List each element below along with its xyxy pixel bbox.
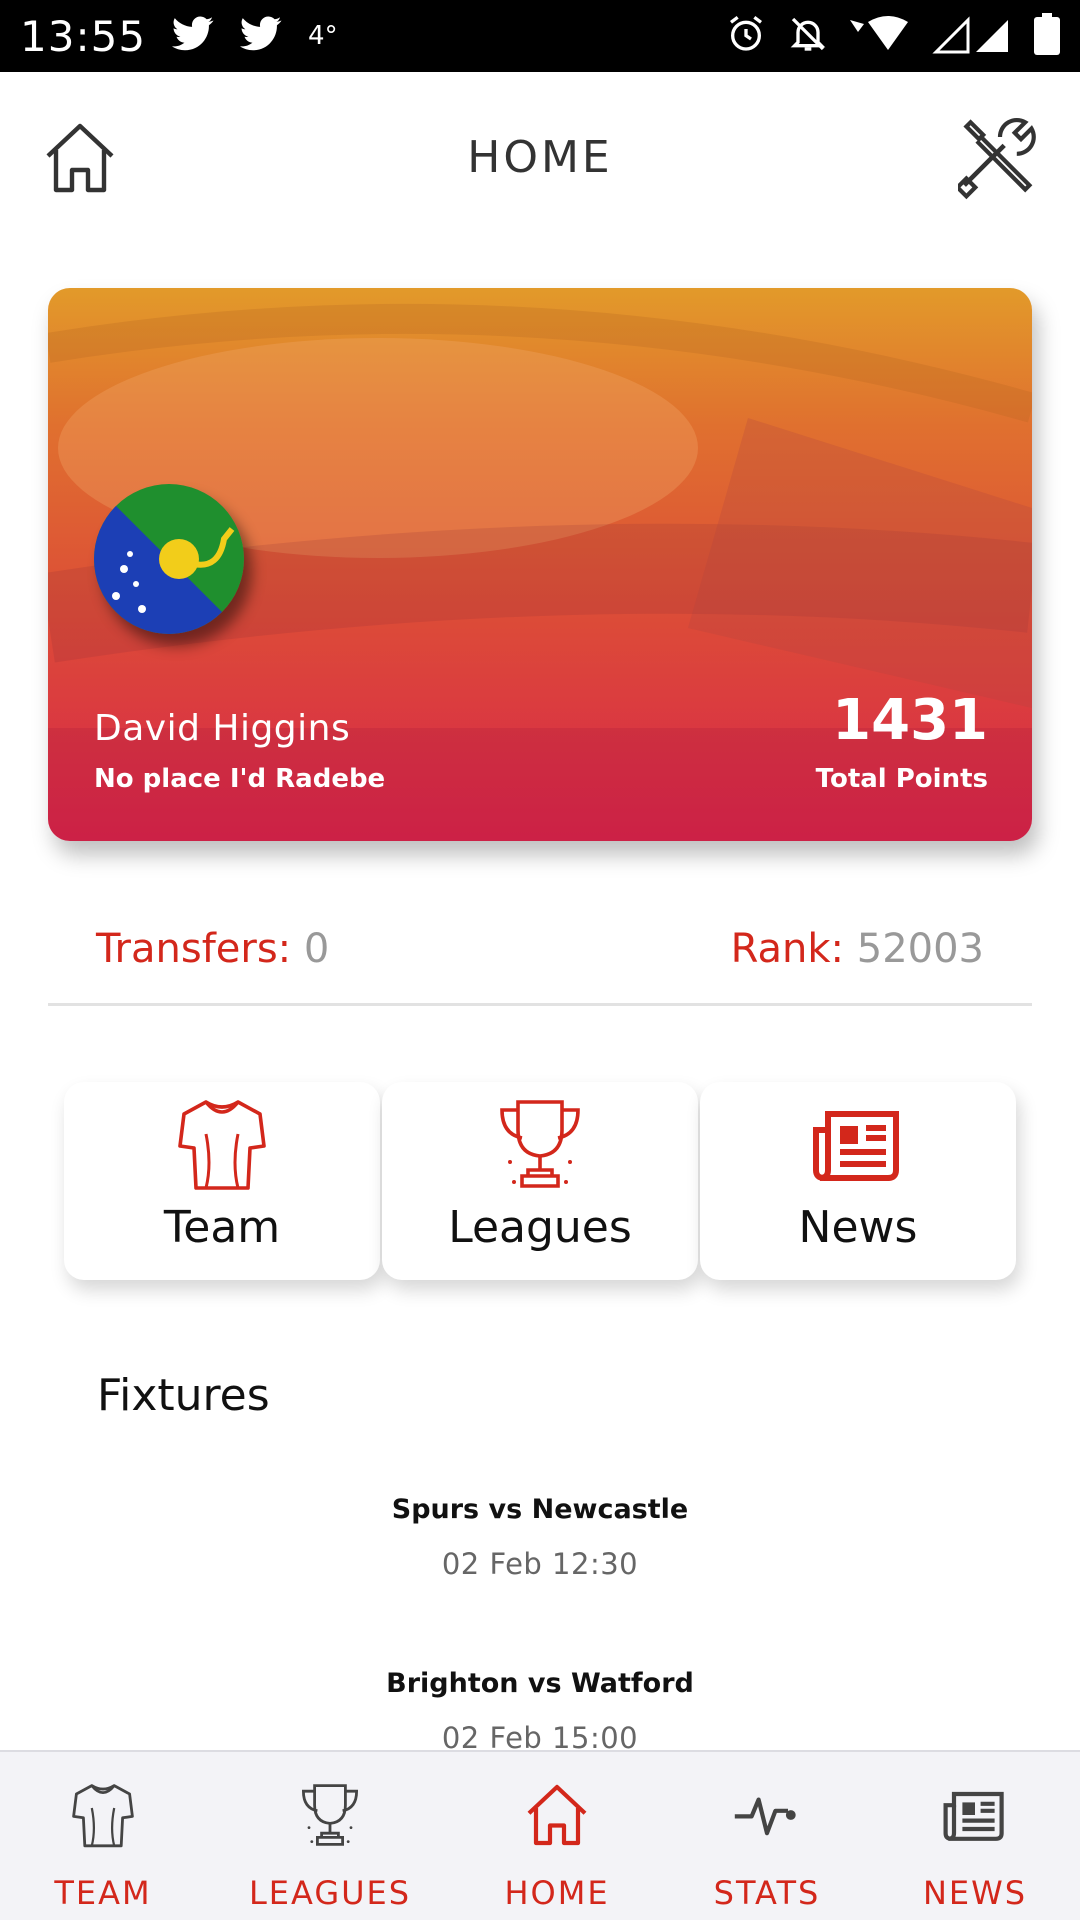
- profile-name: David Higgins: [94, 708, 351, 749]
- bottom-nav: TEAM LEAGUES HOME STATS NEWS: [0, 1750, 1080, 1920]
- total-points-label: Total Points: [815, 764, 988, 794]
- leagues-tile-label: Leagues: [448, 1202, 632, 1253]
- status-right: [726, 13, 1060, 59]
- trophy-icon: [240, 1780, 420, 1850]
- twitter-icon: [172, 16, 214, 56]
- nav-item-team[interactable]: TEAM: [28, 1752, 178, 1920]
- team-tile-label: Team: [163, 1202, 281, 1253]
- twitter-icon: [240, 16, 282, 56]
- fixture-teams: Spurs vs Newcastle: [391, 1494, 689, 1525]
- status-bar: 13:55 4°: [0, 0, 1080, 72]
- page-title: HOME: [467, 132, 613, 183]
- wifi-icon: [850, 14, 910, 58]
- home-icon: [482, 1780, 632, 1850]
- pulse-icon: [692, 1780, 842, 1850]
- fixture-teams: Brighton vs Watford: [386, 1668, 694, 1699]
- status-time: 13:55: [20, 11, 147, 61]
- notifications-off-icon: [788, 14, 828, 58]
- fixture-item[interactable]: Spurs vs Newcastle 02 Feb 12:30: [0, 1494, 1080, 1581]
- nav-label-news: NEWS: [922, 1874, 1028, 1912]
- jersey-icon: [28, 1780, 178, 1850]
- nav-item-home[interactable]: HOME: [482, 1752, 632, 1920]
- nav-label-leagues: LEAGUES: [248, 1874, 412, 1912]
- nav-item-news[interactable]: NEWS: [900, 1752, 1050, 1920]
- christmas-island-flag-icon: [94, 484, 244, 634]
- nav-label-team: TEAM: [54, 1874, 152, 1912]
- team-name: No place I'd Radebe: [94, 764, 386, 794]
- rank-label: Rank:: [730, 926, 845, 972]
- fixtures-heading: Fixtures: [97, 1370, 270, 1421]
- nav-label-home: HOME: [504, 1874, 610, 1912]
- status-temperature: 4°: [308, 21, 338, 51]
- rank-stat: Rank: 52003: [731, 926, 984, 972]
- nav-label-stats: STATS: [713, 1874, 821, 1912]
- trophy-icon: [382, 1094, 698, 1194]
- home-screen: 13:55 4° HOME David Higgins No place I'd…: [0, 0, 1080, 1920]
- team-tile[interactable]: Team: [64, 1082, 380, 1280]
- tools-icon[interactable]: [958, 116, 1042, 200]
- fixture-date: 02 Feb 12:30: [441, 1547, 639, 1581]
- stats-row: Transfers: 0 Rank: 52003: [48, 900, 1032, 1006]
- news-tile[interactable]: News: [700, 1082, 1016, 1280]
- app-header: HOME: [0, 72, 1080, 242]
- jersey-icon: [64, 1094, 380, 1194]
- alarm-icon: [726, 14, 766, 58]
- newspaper-icon: [700, 1094, 1016, 1194]
- transfers-label: Transfers:: [96, 926, 292, 972]
- status-left: 13:55 4°: [20, 12, 338, 61]
- transfers-value: 0: [303, 926, 330, 972]
- transfers-stat: Transfers: 0: [96, 926, 329, 972]
- fixture-item[interactable]: Brighton vs Watford 02 Feb 15:00: [0, 1668, 1080, 1755]
- signal-icon: [932, 14, 1012, 58]
- total-points-value: 1431: [832, 688, 988, 753]
- avatar: [94, 484, 244, 634]
- news-tile-label: News: [798, 1202, 918, 1253]
- newspaper-icon: [900, 1780, 1050, 1850]
- rank-value: 52003: [856, 926, 984, 972]
- battery-icon: [1034, 13, 1060, 59]
- nav-item-stats[interactable]: STATS: [692, 1752, 842, 1920]
- leagues-tile[interactable]: Leagues: [382, 1082, 698, 1280]
- nav-item-leagues[interactable]: LEAGUES: [240, 1752, 420, 1920]
- profile-card[interactable]: David Higgins No place I'd Radebe 1431 T…: [48, 288, 1032, 841]
